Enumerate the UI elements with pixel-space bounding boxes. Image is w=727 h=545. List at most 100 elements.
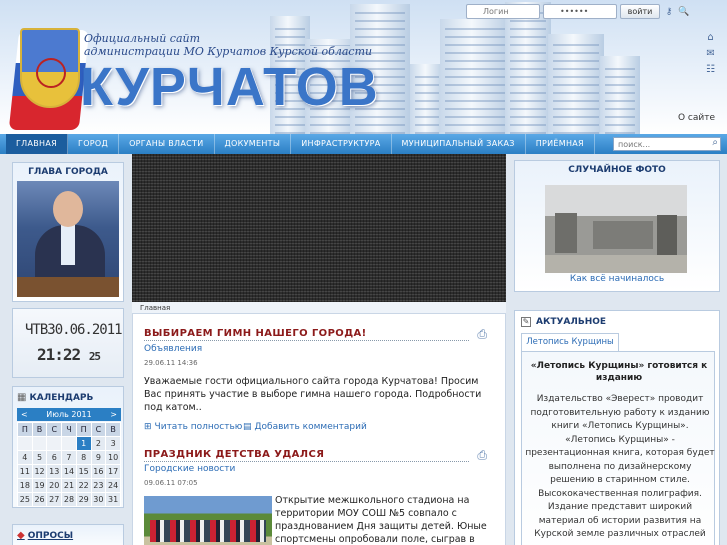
city-emblem[interactable] — [20, 28, 80, 108]
nav-item-authorities[interactable]: ОРГАНЫ ВЛАСТИ — [119, 134, 215, 154]
calendar-weekday: С — [90, 422, 107, 437]
calendar-day[interactable]: 12 — [31, 464, 48, 479]
calendar-day[interactable]: 7 — [61, 450, 77, 465]
random-photo-panel: СЛУЧАЙНОЕ ФОТО Как всё начиналось — [514, 160, 720, 292]
calendar-day[interactable]: 15 — [75, 464, 92, 479]
nav-item-infrastructure[interactable]: ИНФРАСТРУКТУРА — [291, 134, 392, 154]
random-photo-caption[interactable]: Как всё начиналось — [515, 274, 719, 284]
polls-title[interactable]: ◆ ОПРОСЫ — [17, 530, 73, 541]
random-photo-title: СЛУЧАЙНОЕ ФОТО — [568, 165, 666, 175]
mayor-title: ГЛАВА ГОРОДА — [28, 167, 108, 177]
search-icon[interactable]: ⌕ — [712, 137, 718, 148]
calendar-day[interactable]: 9 — [90, 450, 107, 465]
actual-heading[interactable]: «Летопись Курщины» готовится к изданию — [528, 360, 710, 384]
calendar-day[interactable]: 28 — [61, 492, 77, 507]
article-title[interactable]: ВЫБИРАЕМ ГИМН НАШЕГО ГОРОДА! — [144, 328, 367, 339]
calendar-day[interactable]: 1 — [75, 436, 92, 451]
calendar-day[interactable]: 14 — [61, 464, 77, 479]
video-player[interactable] — [132, 154, 506, 302]
polls-panel: ◆ ОПРОСЫ — [12, 524, 124, 545]
calendar-weekday: Ч — [61, 422, 77, 437]
news-content: ВЫБИРАЕМ ГИМН НАШЕГО ГОРОДА! ⎙ Объявлени… — [132, 314, 506, 545]
calendar-day[interactable]: 16 — [90, 464, 107, 479]
tab-letopis[interactable]: Летопись Курщины — [521, 333, 619, 351]
calendar-day[interactable]: 8 — [75, 450, 92, 465]
calendar-icon: ▦ — [17, 392, 27, 403]
calendar-day[interactable]: 3 — [105, 436, 121, 451]
article-category[interactable]: Городские новости — [144, 464, 235, 474]
calendar-empty-cell — [31, 436, 48, 451]
calendar-day[interactable]: 4 — [17, 450, 33, 465]
calendar-day[interactable]: 31 — [105, 492, 121, 507]
sitemap-icon[interactable]: ☷ — [706, 64, 715, 75]
plus-icon: ⊞ — [144, 422, 152, 432]
nav-item-municipal-order[interactable]: МУНИЦИПАЛЬНЫЙ ЗАКАЗ — [392, 134, 526, 154]
home-icon[interactable]: ⌂ — [707, 32, 713, 43]
clock-seconds: 25 — [88, 350, 101, 363]
calendar-prev-button[interactable]: < — [21, 410, 28, 419]
mayor-photo[interactable] — [17, 181, 119, 297]
calendar-month-bar: < Июль 2011 > — [17, 408, 121, 421]
calendar-day[interactable]: 21 — [61, 478, 77, 493]
print-icon[interactable]: ⎙ — [477, 327, 487, 342]
calendar-day[interactable]: 27 — [46, 492, 63, 507]
calendar-day[interactable]: 30 — [90, 492, 107, 507]
clock-date: ЧТВ30.06.2011 — [25, 322, 123, 338]
mail-icon[interactable]: ✉ — [706, 48, 714, 59]
calendar-day[interactable]: 23 — [90, 478, 107, 493]
article-divider — [144, 340, 469, 341]
nav-item-documents[interactable]: ДОКУМЕНТЫ — [215, 134, 292, 154]
calendar-day[interactable]: 10 — [105, 450, 121, 465]
calendar-day[interactable]: 2 — [90, 436, 107, 451]
calendar-day[interactable]: 18 — [17, 478, 33, 493]
password-input[interactable] — [543, 4, 617, 19]
search-icon[interactable]: 🔍 — [678, 6, 690, 18]
read-more-link[interactable]: ⊞ Читать полностью — [144, 422, 242, 432]
article-photo[interactable] — [144, 496, 272, 545]
photo-shape — [17, 277, 119, 297]
calendar-weekday: П — [75, 422, 92, 437]
calendar-next-button[interactable]: > — [110, 410, 117, 419]
calendar-day[interactable]: 25 — [17, 492, 33, 507]
calendar-week-row: 18 19 20 21 22 23 24 — [17, 478, 121, 493]
calendar-day[interactable]: 29 — [75, 492, 92, 507]
nav-item-home[interactable]: ГЛАВНАЯ — [6, 134, 69, 154]
add-comment-link[interactable]: ▤ Добавить комментарий — [243, 422, 367, 432]
nav-item-reception[interactable]: ПРИЁМНАЯ — [526, 134, 595, 154]
calendar-day[interactable]: 13 — [46, 464, 63, 479]
calendar-day[interactable]: 17 — [105, 464, 121, 479]
breadcrumb[interactable]: Главная — [132, 302, 506, 314]
calendar-day[interactable]: 11 — [17, 464, 33, 479]
calendar-weekday-row: ПВСЧПСВ — [17, 422, 121, 437]
polls-icon: ◆ — [17, 530, 25, 541]
read-more-label: Читать полностью — [154, 422, 243, 432]
print-icon[interactable]: ⎙ — [477, 448, 487, 463]
login-bar: войти ⚷ 🔍 — [466, 4, 690, 19]
random-photo[interactable] — [545, 185, 687, 273]
photo-shape — [545, 255, 687, 273]
nav-item-city[interactable]: ГОРОД — [68, 134, 120, 154]
add-comment-label: Добавить комментарий — [254, 422, 367, 432]
photo-shape — [555, 213, 577, 253]
site-title-line1: Официальный сайт — [84, 32, 201, 45]
article-title[interactable]: ПРАЗДНИК ДЕТСТВА УДАЛСЯ — [144, 449, 324, 460]
calendar-day[interactable]: 22 — [75, 478, 92, 493]
calendar-day[interactable]: 19 — [31, 478, 48, 493]
clock-time: 21:22 25 — [37, 345, 101, 364]
calendar-weekday: С — [46, 422, 63, 437]
login-button[interactable]: войти — [620, 4, 660, 19]
key-icon[interactable]: ⚷ — [663, 6, 675, 18]
article-category[interactable]: Объявления — [144, 344, 202, 354]
polls-title-text: ОПРОСЫ — [27, 530, 74, 541]
calendar-week-row: 4 5 6 7 8 9 10 — [17, 450, 121, 465]
calendar-day[interactable]: 26 — [31, 492, 48, 507]
calendar-day[interactable]: 5 — [31, 450, 48, 465]
login-input[interactable] — [466, 4, 540, 19]
mayor-panel: ГЛАВА ГОРОДА — [12, 162, 124, 302]
city-logo[interactable]: КУРЧАТОВ — [80, 56, 379, 118]
calendar-day[interactable]: 6 — [46, 450, 63, 465]
calendar-day[interactable]: 20 — [46, 478, 63, 493]
about-link[interactable]: О сайте — [678, 113, 715, 123]
search-input[interactable] — [613, 137, 721, 151]
calendar-day[interactable]: 24 — [105, 478, 121, 493]
